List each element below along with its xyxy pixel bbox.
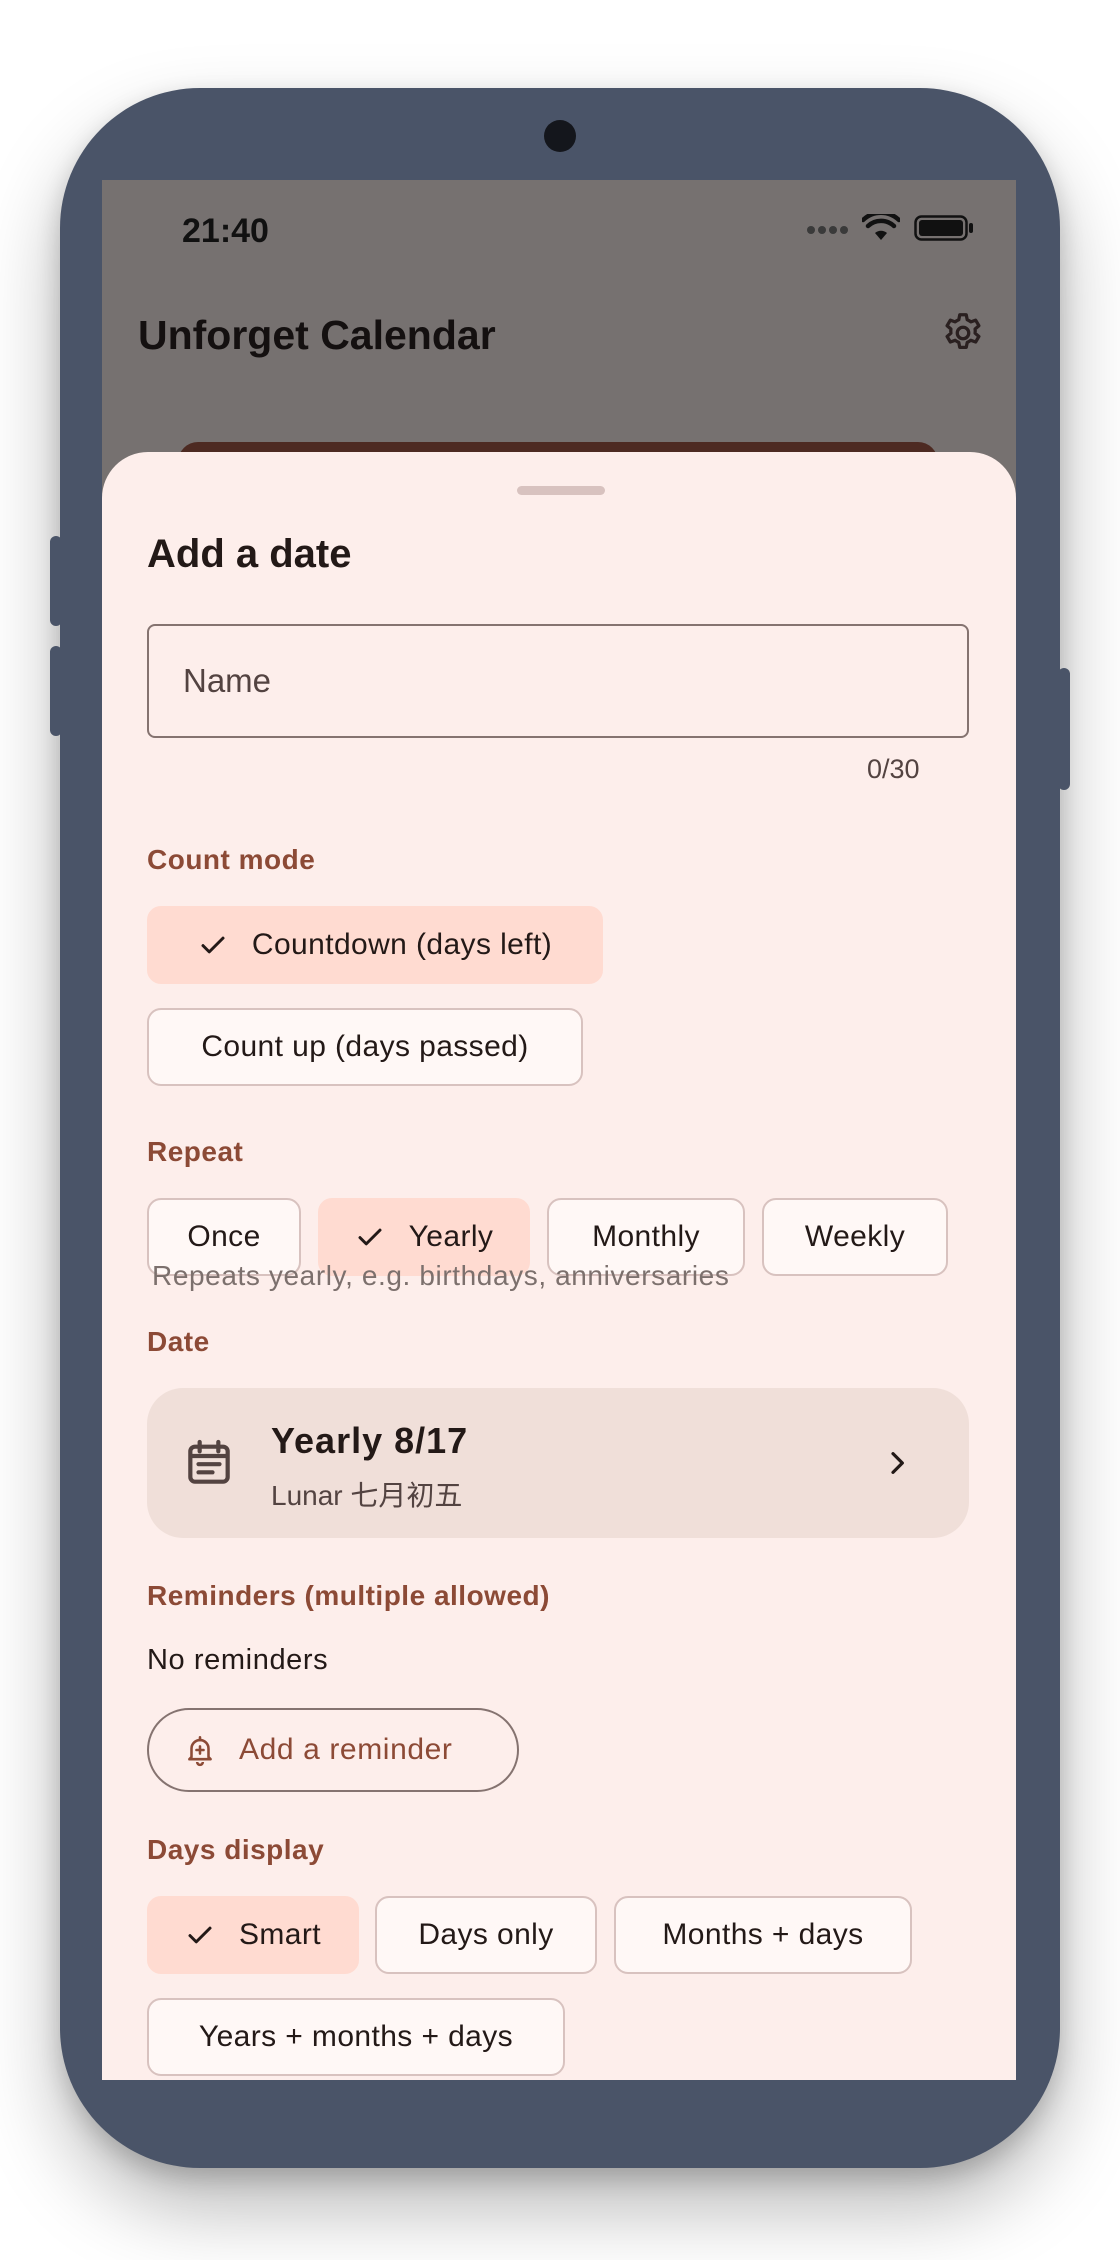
character-counter: 0/30 [867, 754, 920, 784]
check-icon [185, 1920, 215, 1950]
chip-label: Years + months + days [198, 2020, 514, 2053]
volume-down-button [50, 646, 62, 736]
add-reminder-label: Add a reminder [239, 1733, 453, 1766]
gear-icon[interactable] [940, 310, 986, 356]
chip-label: Smart [238, 1918, 321, 1951]
chip-label: Yearly [408, 1220, 494, 1253]
app-title: Unforget Calendar [138, 312, 496, 358]
name-field[interactable] [147, 624, 969, 738]
screen: 21:40 Unforget Calendar Add a date Name … [102, 180, 1016, 2080]
chip-countdown[interactable]: Countdown (days left) [147, 906, 603, 984]
chip-label: Days only [418, 1918, 554, 1951]
chip-label: Once [187, 1220, 261, 1253]
chip-years-months-days[interactable]: Years + months + days [147, 1998, 565, 2076]
chip-smart[interactable]: Smart [147, 1896, 359, 1974]
chip-months-days[interactable]: Months + days [614, 1896, 912, 1974]
power-button [1058, 668, 1070, 790]
chip-label: Months + days [662, 1918, 864, 1951]
repeat-label: Repeat [147, 1136, 244, 1167]
date-value: Yearly 8/17 [271, 1420, 469, 1461]
date-picker-card[interactable]: Yearly 8/17 Lunar 七月初五 [147, 1388, 969, 1538]
bell-plus-icon [183, 1733, 217, 1767]
status-icons [806, 210, 974, 247]
add-reminder-button[interactable]: Add a reminder [147, 1708, 519, 1792]
chip-label: Monthly [592, 1220, 700, 1253]
no-reminders-text: No reminders [147, 1644, 329, 1676]
status-time: 21:40 [182, 212, 269, 250]
chevron-right-icon [881, 1447, 913, 1484]
volume-up-button [50, 536, 62, 626]
days-display-label: Days display [147, 1834, 325, 1865]
chip-label: Countdown (days left) [251, 928, 553, 961]
drag-handle[interactable] [517, 486, 605, 495]
chip-days-only[interactable]: Days only [375, 1896, 597, 1974]
chip-weekly[interactable]: Weekly [762, 1198, 948, 1276]
reminders-label: Reminders (multiple allowed) [147, 1580, 550, 1611]
check-icon [355, 1222, 385, 1252]
check-icon [198, 930, 228, 960]
add-date-sheet: Add a date 0/30 Count mode Countdown (da… [102, 452, 1016, 2080]
phone-frame: 21:40 Unforget Calendar Add a date Name … [50, 88, 1070, 2168]
chip-label: Weekly [804, 1220, 906, 1253]
repeat-helper-text: Repeats yearly, e.g. birthdays, annivers… [152, 1260, 730, 1291]
chip-count-up[interactable]: Count up (days passed) [147, 1008, 583, 1086]
calendar-icon [181, 1435, 237, 1496]
signal-icon [806, 222, 848, 240]
chip-label: Count up (days passed) [201, 1030, 529, 1063]
wifi-icon [860, 210, 902, 247]
name-input[interactable] [149, 626, 967, 736]
battery-icon [914, 215, 974, 246]
front-camera [544, 120, 576, 152]
lunar-date: Lunar 七月初五 [271, 1480, 463, 1511]
count-mode-label: Count mode [147, 844, 316, 875]
sheet-title: Add a date [147, 532, 352, 576]
date-label: Date [147, 1326, 210, 1357]
